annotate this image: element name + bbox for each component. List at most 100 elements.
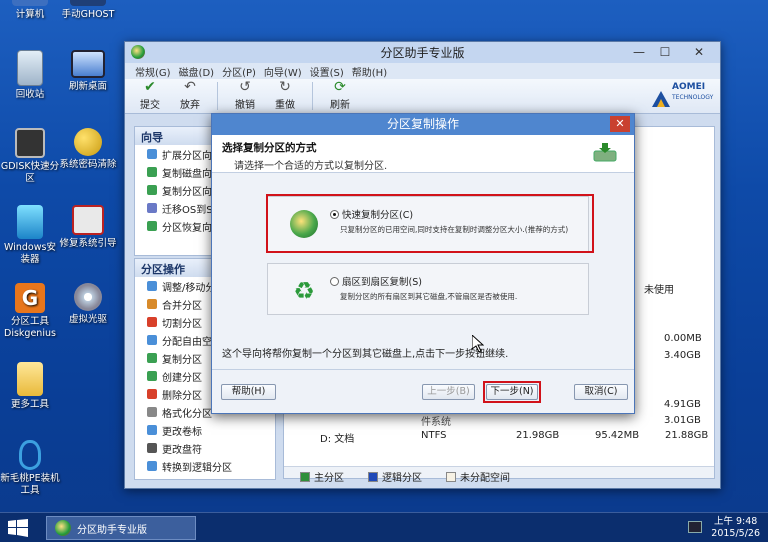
menu-settings[interactable]: 设置(S) (310, 64, 344, 79)
desktop-icon-virtual-drive[interactable]: 虚拟光驱 (58, 283, 118, 326)
refresh-button[interactable]: ⟳ 刷新 (325, 79, 355, 113)
close-icon[interactable]: ✕ (610, 116, 630, 132)
desktop-icon-label: 回收站 (15, 89, 45, 100)
undo-button[interactable]: ↺ 撤销 (230, 79, 260, 113)
menu-help[interactable]: 帮助(H) (352, 64, 387, 79)
menu-wizard[interactable]: 向导(W) (264, 64, 302, 79)
desktop-icon-manual-ghost[interactable]: 手动GHOST (58, 0, 118, 21)
discard-icon: ↶ (184, 79, 196, 95)
desktop-icon-windows-installer[interactable]: Windows安装器 (0, 205, 60, 266)
dialog-info-text: 这个导向将帮你复制一个分区到其它磁盘上,点击下一步按钮继续. (222, 349, 509, 360)
sector-copy-radio[interactable] (330, 276, 339, 286)
migrate-icon (147, 203, 157, 213)
recovery-icon (147, 221, 157, 231)
dialog-footer: 帮助(H) 上一步(B) 下一步(N) 取消(C) (212, 369, 634, 413)
desktop-icon-label: 计算机 (15, 9, 45, 20)
help-button[interactable]: 帮助(H) (221, 384, 276, 400)
desktop-icon-password-clear[interactable]: 系统密码清除 (58, 128, 118, 171)
desktop-icon-more-tools[interactable]: 更多工具 (0, 362, 60, 411)
menu-partition[interactable]: 分区(P) (222, 64, 256, 79)
back-button[interactable]: 上一步(B) (422, 384, 475, 400)
redo-button[interactable]: ↻ 重做 (270, 79, 300, 113)
apply-button[interactable]: ✔ 提交 (135, 79, 165, 113)
disc-icon (74, 283, 102, 311)
monitor-icon (71, 50, 105, 78)
table-row[interactable]: D: 文档 NTFS 21.98GB 95.42MB 21.88GB (284, 428, 714, 445)
menu-disk[interactable]: 磁盘(D) (179, 64, 215, 79)
desktop-icon-label: GDISK快速分区 (0, 161, 60, 184)
pe-installer-icon (19, 440, 41, 470)
undo-icon: ↺ (239, 79, 251, 95)
ops-item[interactable]: 更改盘符 (135, 439, 275, 457)
recycle-icon: ♻ (293, 277, 315, 305)
taskbar-app-label: 分区助手专业版 (77, 524, 147, 536)
desktop-icon-repair-boot[interactable]: 修复系统引导 (58, 205, 118, 250)
desktop-icon-recycle-bin[interactable]: 回收站 (0, 50, 60, 101)
recycle-bin-icon (17, 50, 43, 86)
menu-bar: 常规(G) 磁盘(D) 分区(P) 向导(W) 设置(S) 帮助(H) (125, 63, 720, 79)
copy-partition-icon (593, 143, 617, 162)
taskbar: 分区助手专业版 上午 9:48 2015/5/26 (0, 512, 768, 542)
create-icon (147, 371, 157, 381)
desktop-icon-gdisk[interactable]: GDISK快速分区 (0, 128, 60, 185)
dialog-title: 分区复制操作 (386, 117, 459, 131)
legend-unallocated: 未分配空间 (446, 469, 510, 484)
menu-general[interactable]: 常规(G) (135, 64, 171, 79)
sector-copy-option[interactable]: ♻ 扇区到扇区复制(S) 复制分区的所有扇区到其它磁盘,不管扇区是否被使用. (267, 263, 589, 315)
copy-partition-dialog: 分区复制操作 ✕ 选择复制分区的方式 请选择一个合适的方式以复制分区. 快速复制… (211, 113, 635, 414)
windows-start-icon[interactable] (8, 519, 28, 537)
desktop-icon-label: 新毛桃PE装机工具 (0, 473, 60, 496)
discard-button[interactable]: ↶ 放弃 (175, 79, 205, 113)
desktop-icon-computer[interactable]: 计算机 (0, 0, 60, 21)
taskbar-app-button[interactable]: 分区助手专业版 (46, 516, 196, 540)
column-header-unused: 未使用 (644, 285, 674, 296)
computer-icon (12, 0, 48, 6)
diskgenius-icon: G (15, 283, 45, 313)
copy-disk-icon (147, 167, 157, 177)
aomei-logo-icon (652, 91, 670, 107)
sector-copy-description: 复制分区的所有扇区到其它磁盘,不管扇区是否被使用. (340, 292, 518, 301)
desktop-icon-label: 修复系统引导 (59, 238, 117, 249)
ops-item[interactable]: 更改卷标 (135, 421, 275, 439)
maximize-icon[interactable]: ☐ (652, 42, 678, 62)
clock-date: 2015/5/26 (711, 528, 760, 539)
partial-cell: 件系统 (421, 417, 451, 428)
legend: 主分区 逻辑分区 未分配空间 (300, 469, 510, 484)
key-icon (74, 128, 102, 156)
minimize-icon[interactable]: — (626, 42, 652, 62)
folder-icon (17, 362, 43, 396)
drive-letter-icon (147, 443, 157, 453)
resize-icon (147, 281, 157, 291)
copy-icon (147, 353, 157, 363)
desktop-icon-refresh-desktop[interactable]: 刷新桌面 (58, 50, 118, 93)
unused-value: 3.01GB (664, 415, 701, 426)
display-icon[interactable] (688, 521, 702, 533)
desktop-icon-label: 更多工具 (10, 399, 49, 410)
convert-icon (147, 461, 157, 471)
app-title-bar[interactable]: 分区助手专业版 — ☐ ✕ (125, 42, 720, 63)
desktop-icon-diskgenius[interactable]: G 分区工具Diskgenius (0, 283, 60, 340)
allocate-icon (147, 335, 157, 345)
toolbar-separator (217, 82, 218, 110)
format-icon (147, 407, 157, 417)
toolbar: ✔ 提交 ↶ 放弃 ↺ 撤销 ↻ 重做 ⟳ 刷新 AOMEI TECHNOLOG… (125, 79, 720, 114)
ops-item[interactable]: 转换到逻辑分区 (135, 457, 275, 475)
sector-copy-label: 扇区到扇区复制(S) (342, 277, 422, 288)
app-logo-icon (55, 520, 71, 536)
desktop-icon-label: 虚拟光驱 (68, 314, 107, 325)
label-icon (147, 425, 157, 435)
copy-partition-icon (147, 185, 157, 195)
close-icon[interactable]: ✕ (678, 42, 720, 62)
cancel-button[interactable]: 取消(C) (574, 384, 628, 400)
highlight-frame (266, 194, 594, 253)
gdisk-icon (15, 128, 45, 158)
clock[interactable]: 上午 9:48 2015/5/26 (711, 516, 760, 540)
dialog-subheading: 请选择一个合适的方式以复制分区. (234, 161, 388, 172)
installer-icon (17, 205, 43, 239)
ghost-icon (70, 0, 106, 6)
dialog-title-bar[interactable]: 分区复制操作 ✕ (212, 114, 634, 135)
desktop-icon-label: 刷新桌面 (68, 81, 107, 92)
dialog-heading: 选择复制分区的方式 (222, 142, 317, 154)
delete-icon (147, 389, 157, 399)
desktop-icon-pe-installer[interactable]: 新毛桃PE装机工具 (0, 440, 60, 497)
